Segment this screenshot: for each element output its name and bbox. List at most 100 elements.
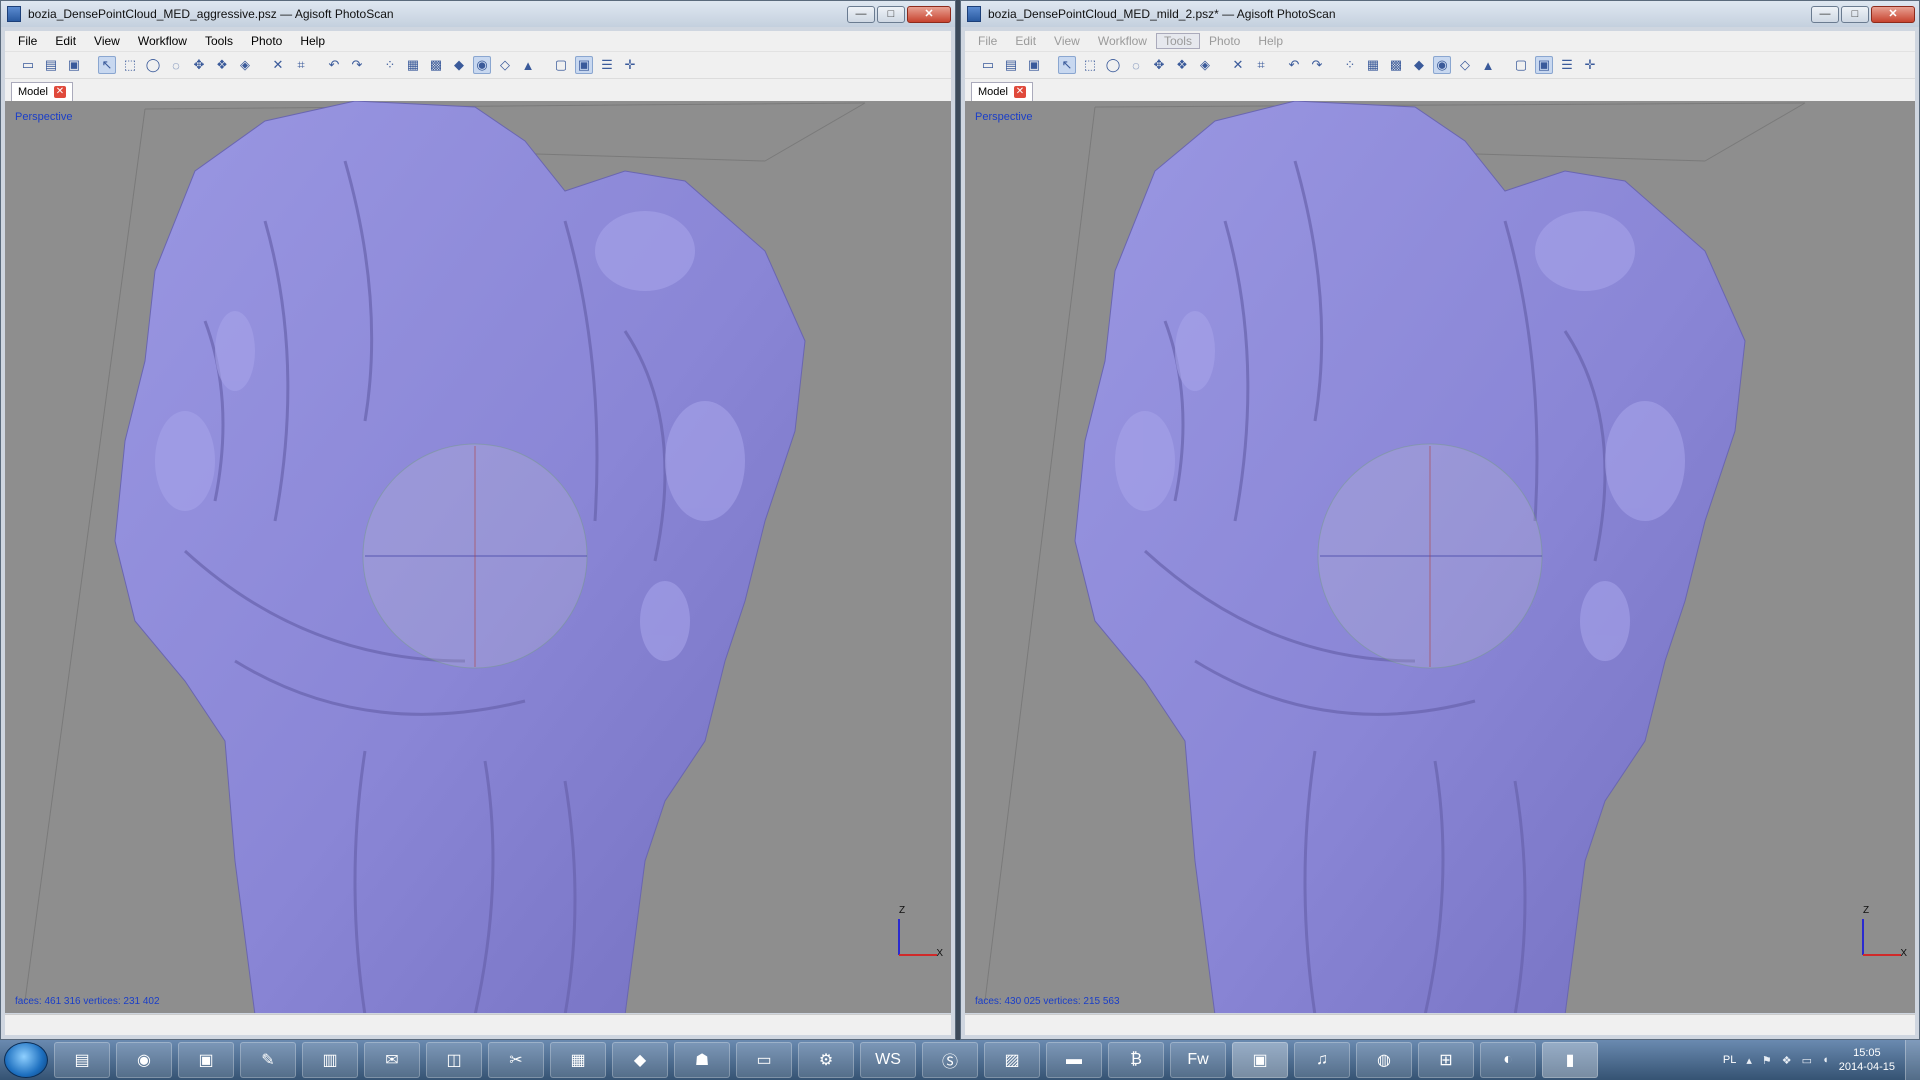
terminal-icon[interactable]: ▣ [1232, 1042, 1288, 1078]
menu-view[interactable]: View [1045, 34, 1089, 48]
show-hidden-icons-icon[interactable]: ▴ [1746, 1054, 1752, 1067]
film-icon[interactable]: ▮ [1542, 1042, 1598, 1078]
menu-view[interactable]: View [85, 34, 129, 48]
minimize-button[interactable]: — [1811, 5, 1839, 23]
close-button[interactable]: ✕ [1871, 5, 1915, 23]
dense-cloud-icon[interactable]: ▦ [404, 56, 422, 74]
tab-model[interactable]: Model ✕ [971, 82, 1033, 101]
menu-edit[interactable]: Edit [1006, 34, 1045, 48]
calculator-icon[interactable]: ▦ [550, 1042, 606, 1078]
delete-icon[interactable]: ✕ [1229, 56, 1247, 74]
show-region-icon[interactable]: ▣ [1535, 56, 1553, 74]
model-viewport[interactable]: Perspective faces: 430 025 vertices: 215… [965, 101, 1915, 1013]
ws-icon[interactable]: WS [860, 1042, 916, 1078]
network-tray-icon[interactable]: ▭ [1802, 1054, 1812, 1067]
close-button[interactable]: ✕ [907, 5, 951, 23]
new-icon[interactable]: ▭ [979, 56, 997, 74]
language-indicator[interactable]: PL [1723, 1054, 1736, 1066]
wireframe-icon[interactable]: ▩ [427, 56, 445, 74]
monitor-icon[interactable]: ▭ [736, 1042, 792, 1078]
tab-close-icon[interactable]: ✕ [53, 86, 66, 98]
ruby-icon[interactable]: ◆ [612, 1042, 668, 1078]
dem-icon[interactable]: ▲ [519, 56, 537, 74]
solid-icon[interactable]: ◆ [1410, 56, 1428, 74]
rect-select-icon[interactable]: ⬚ [121, 56, 139, 74]
resize-region-icon[interactable]: ◈ [236, 56, 254, 74]
delete-icon[interactable]: ✕ [269, 56, 287, 74]
navigation-icon[interactable]: ↖ [98, 56, 116, 74]
rotate-object-icon[interactable]: ✥ [190, 56, 208, 74]
maximize-button[interactable]: □ [1841, 5, 1869, 23]
drop-icon[interactable]: ◐ [1480, 1042, 1536, 1078]
pdf-icon[interactable]: ▥ [302, 1042, 358, 1078]
dropbox-icon[interactable]: ❖ [1782, 1054, 1792, 1067]
cameras-icon[interactable]: ▢ [1512, 56, 1530, 74]
free-select-icon[interactable]: ◌ [167, 56, 185, 74]
menu-workflow[interactable]: Workflow [129, 34, 196, 48]
trackball-icon[interactable]: ☰ [598, 56, 616, 74]
menu-file[interactable]: File [969, 34, 1006, 48]
clock[interactable]: 15:05 2014-04-15 [1839, 1046, 1895, 1074]
wrench-icon[interactable]: ✎ [240, 1042, 296, 1078]
circle-select-icon[interactable]: ◯ [144, 56, 162, 74]
explorer-icon[interactable]: ▤ [54, 1042, 110, 1078]
menu-photo[interactable]: Photo [242, 34, 291, 48]
move-object-icon[interactable]: ❖ [213, 56, 231, 74]
mail-icon[interactable]: ✉ [364, 1042, 420, 1078]
open-icon[interactable]: ▤ [1002, 56, 1020, 74]
bitcoin-icon[interactable]: ₿ [1108, 1042, 1164, 1078]
rect-select-icon[interactable]: ⬚ [1081, 56, 1099, 74]
center-view-icon[interactable]: ✛ [1581, 56, 1599, 74]
menu-tools[interactable]: Tools [196, 34, 242, 48]
menu-edit[interactable]: Edit [46, 34, 85, 48]
center-view-icon[interactable]: ✛ [621, 56, 639, 74]
points-icon[interactable]: ⁘ [381, 56, 399, 74]
chrome-icon[interactable]: ◉ [116, 1042, 172, 1078]
shaded-icon[interactable]: ◉ [1433, 56, 1451, 74]
steam-icon[interactable]: ⚙ [798, 1042, 854, 1078]
shaded-icon[interactable]: ◉ [473, 56, 491, 74]
menu-help[interactable]: Help [291, 34, 334, 48]
solid-icon[interactable]: ◆ [450, 56, 468, 74]
model-viewport[interactable]: Perspective faces: 461 316 vertices: 231… [5, 101, 951, 1013]
open-icon[interactable]: ▤ [42, 56, 60, 74]
scanner-icon[interactable]: ▬ [1046, 1042, 1102, 1078]
undo-icon[interactable]: ↶ [325, 56, 343, 74]
save-icon[interactable]: ▣ [178, 1042, 234, 1078]
firefox-icon[interactable]: ◍ [1356, 1042, 1412, 1078]
textured-icon[interactable]: ◇ [496, 56, 514, 74]
dense-cloud-icon[interactable]: ▦ [1364, 56, 1382, 74]
move-object-icon[interactable]: ❖ [1173, 56, 1191, 74]
flag-icon[interactable]: ⚑ [1762, 1054, 1772, 1067]
menu-file[interactable]: File [9, 34, 46, 48]
new-icon[interactable]: ▭ [19, 56, 37, 74]
photo-icon[interactable]: ▨ [984, 1042, 1040, 1078]
menu-tools[interactable]: Tools [1155, 33, 1200, 49]
show-desktop-button[interactable] [1905, 1040, 1920, 1080]
wireframe-icon[interactable]: ▩ [1387, 56, 1405, 74]
menu-workflow[interactable]: Workflow [1089, 34, 1156, 48]
minimize-button[interactable]: — [847, 5, 875, 23]
show-region-icon[interactable]: ▣ [575, 56, 593, 74]
box-icon[interactable]: ◫ [426, 1042, 482, 1078]
title-bar[interactable]: bozia_DensePointCloud_MED_mild_2.psz* — … [961, 1, 1919, 27]
start-button[interactable] [4, 1042, 48, 1078]
tab-close-icon[interactable]: ✕ [1013, 86, 1026, 98]
circle-select-icon[interactable]: ◯ [1104, 56, 1122, 74]
fireworks-icon[interactable]: Fw [1170, 1042, 1226, 1078]
textured-icon[interactable]: ◇ [1456, 56, 1474, 74]
itunes-icon[interactable]: ♫ [1294, 1042, 1350, 1078]
cameras-icon[interactable]: ▢ [552, 56, 570, 74]
save-icon[interactable]: ▣ [65, 56, 83, 74]
maximize-button[interactable]: □ [877, 5, 905, 23]
title-bar[interactable]: bozia_DensePointCloud_MED_aggressive.psz… [1, 1, 955, 27]
scissors-icon[interactable]: ✂ [488, 1042, 544, 1078]
redo-icon[interactable]: ↷ [348, 56, 366, 74]
tab-model[interactable]: Model ✕ [11, 82, 73, 101]
volume-icon[interactable]: ◖ [1822, 1054, 1829, 1066]
resize-region-icon[interactable]: ◈ [1196, 56, 1214, 74]
redo-icon[interactable]: ↷ [1308, 56, 1326, 74]
save-icon[interactable]: ▣ [1025, 56, 1043, 74]
trackball-icon[interactable]: ☰ [1558, 56, 1576, 74]
skype-icon[interactable]: Ⓢ [922, 1042, 978, 1078]
